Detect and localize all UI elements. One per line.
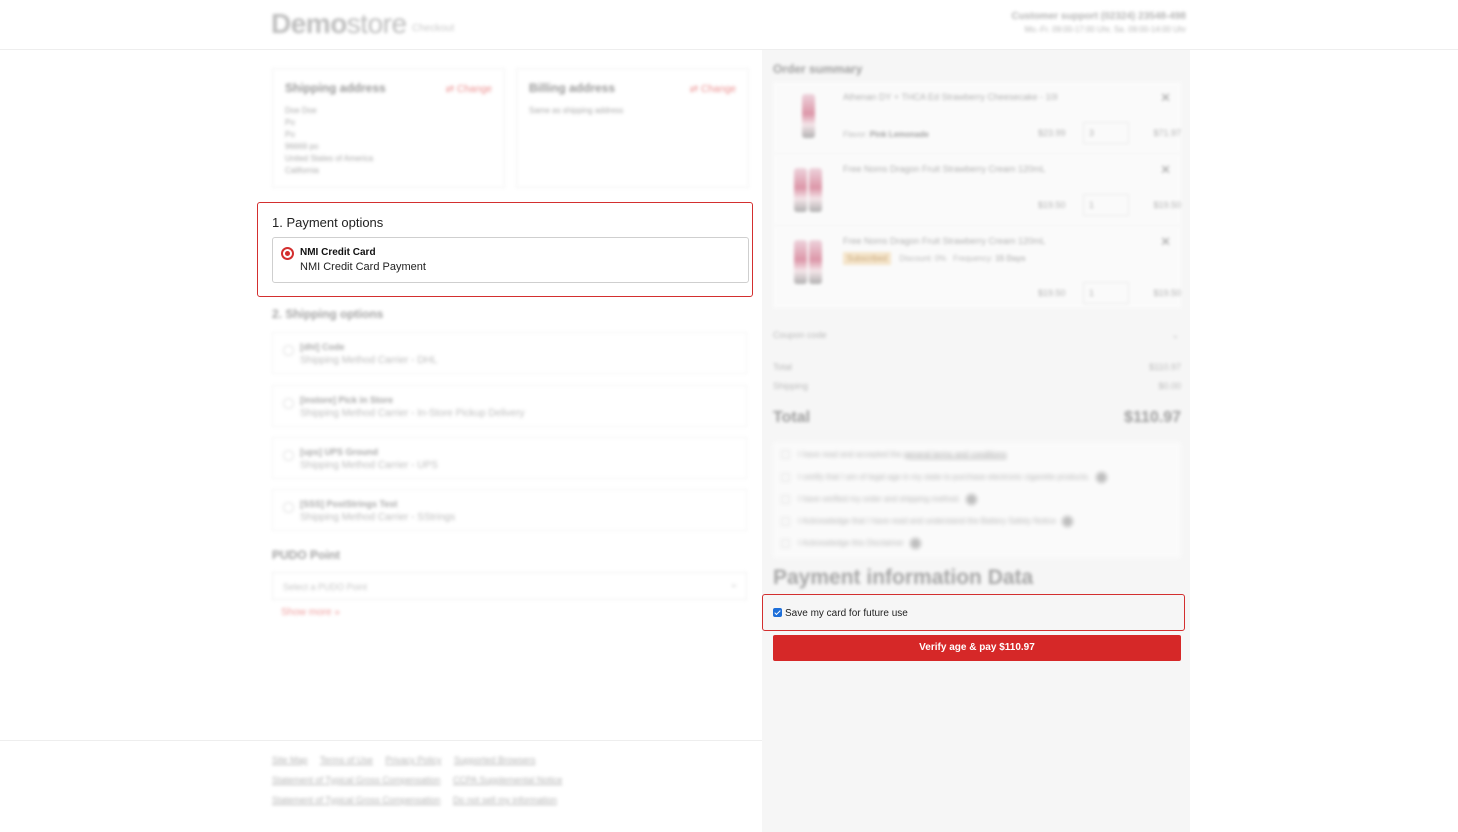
- footer-link[interactable]: Statement of Typical Gross Compensation: [272, 775, 440, 785]
- disclaimer-checkbox-row[interactable]: I Acknowledge this Disclaimer: [781, 538, 921, 549]
- customer-support: Customer support (02324) 23548-498 Mo.-F…: [1011, 11, 1186, 34]
- payment-option-subtitle: NMI Credit Card Payment: [300, 261, 426, 273]
- payment-option-title: NMI Credit Card: [300, 247, 376, 258]
- footer-link[interactable]: Site Map: [272, 755, 308, 765]
- terms-checkbox-row[interactable]: I have read and accepted the general ter…: [781, 450, 1007, 460]
- subscription-tags: Subscribed Discount: 0% Frequency: 15 Da…: [843, 252, 1026, 265]
- pudo-point-placeholder: Select a PUDO Point: [283, 582, 368, 592]
- info-icon: [909, 538, 921, 549]
- subscribed-badge: Subscribed: [843, 252, 892, 265]
- info-icon: [1061, 516, 1073, 527]
- product-thumbnail: [788, 92, 828, 142]
- discount-label: Discount: 0%: [899, 254, 947, 263]
- shipping-option-title: [SSS] PostStrings Test: [300, 499, 398, 509]
- order-item: Free Noms Dragon Fruit Strawberry Cream …: [773, 154, 1181, 226]
- pudo-point-select[interactable]: Select a PUDO Point ⌄: [272, 572, 747, 600]
- save-card-checkbox[interactable]: [773, 608, 782, 617]
- footer-link[interactable]: Do not sell my information: [453, 795, 557, 805]
- chevron-down-icon: ⌄: [1171, 330, 1179, 340]
- billing-address-change-link[interactable]: ⇄ Change: [690, 84, 736, 95]
- age-checkbox-row[interactable]: I certify that I am of legal age in my s…: [781, 472, 1108, 483]
- shipping-option-radio[interactable]: [283, 450, 294, 461]
- shipping-cost-row: Shipping $0.00: [773, 381, 1181, 391]
- frequency-value: 15 Days: [995, 254, 1026, 263]
- terms-checklist: I have read and accepted the general ter…: [773, 442, 1181, 558]
- footer-link[interactable]: Privacy Policy: [385, 755, 441, 765]
- shipping-options-title: 2. Shipping options: [272, 307, 384, 321]
- footer-link[interactable]: CCPA Supplemental Notice: [453, 775, 562, 785]
- shipping-option-title: [instore] Pick in Store: [300, 395, 394, 405]
- shipping-option-subtitle: Shipping Method Carrier - DHL: [300, 355, 438, 366]
- info-icon: [966, 494, 978, 505]
- billing-address-card: Billing address ⇄ Change Same as shippin…: [516, 68, 749, 188]
- unit-price: $19.50: [1038, 288, 1066, 298]
- order-item: Free Noms Dragon Fruit Strawberry Cream …: [773, 226, 1181, 308]
- quantity-stepper[interactable]: 1: [1083, 194, 1129, 216]
- billing-address-lines: Same as shipping address: [529, 106, 624, 115]
- chevron-down-icon: ⌄: [729, 579, 738, 590]
- unit-price: $23.99: [1038, 128, 1066, 138]
- shipping-option-subtitle: Shipping Method Carrier - UPS: [300, 460, 438, 471]
- footer-link[interactable]: Terms of Use: [320, 755, 373, 765]
- footer: Site Map Terms of Use Privacy Policy Sup…: [0, 740, 762, 832]
- nmi-credit-card-option[interactable]: NMI Credit Card NMI Credit Card Payment: [272, 237, 749, 283]
- shipping-address-lines: Doe Doe Po Po 96669 po United States of …: [285, 106, 374, 175]
- quantity-stepper[interactable]: 3: [1083, 122, 1129, 144]
- line-total: $19.50: [1153, 200, 1181, 210]
- verify-order-checkbox-row[interactable]: I have verified my order and shipping me…: [781, 494, 978, 505]
- product-name[interactable]: Athenan DY + THCA Ed Strawberry Cheeseca…: [843, 92, 1058, 102]
- payment-information-title: Payment information Data: [773, 566, 1034, 589]
- shipping-option-radio[interactable]: [283, 345, 294, 356]
- remove-item-icon[interactable]: ✕: [1160, 162, 1171, 178]
- support-hours: Mo.-Fr. 09:00-17:00 Uhr, Sa. 09:00-14:00…: [1024, 25, 1186, 34]
- payment-options-title: 1. Payment options: [272, 215, 384, 230]
- shipping-option-radio[interactable]: [283, 502, 294, 513]
- line-total: $71.97: [1153, 128, 1181, 138]
- footer-links-row: Statement of Typical Gross Compensation …: [272, 775, 572, 785]
- battery-notice-checkbox-row[interactable]: I Acknowledge that I have read and under…: [781, 516, 1073, 527]
- shipping-option[interactable]: [instore] Pick in Store Shipping Method …: [272, 385, 747, 427]
- pudo-point-title: PUDO Point: [272, 548, 340, 562]
- shipping-option[interactable]: [ups] UPS Ground Shipping Method Carrier…: [272, 437, 747, 479]
- grand-total-row: Total $110.97: [773, 409, 1181, 426]
- product-name[interactable]: Free Noms Dragon Fruit Strawberry Cream …: [843, 236, 1046, 246]
- quantity-stepper[interactable]: 1: [1083, 282, 1129, 304]
- footer-link[interactable]: Statement of Typical Gross Compensation: [272, 795, 440, 805]
- support-phone: Customer support (02324) 23548-498: [1011, 11, 1186, 22]
- shipping-option-title: [dhl] Code: [300, 342, 345, 352]
- verify-age-pay-button[interactable]: Verify age & pay $110.97: [773, 635, 1181, 661]
- nmi-credit-card-radio[interactable]: [281, 247, 294, 260]
- show-more-link[interactable]: Show more »: [281, 607, 340, 618]
- remove-item-icon[interactable]: ✕: [1160, 234, 1171, 250]
- shipping-address-card: Shipping address ⇄ Change Doe Doe Po Po …: [272, 68, 505, 188]
- remove-item-icon[interactable]: ✕: [1160, 90, 1171, 106]
- store-logo[interactable]: Demostore: [271, 8, 407, 40]
- shipping-option-radio[interactable]: [283, 398, 294, 409]
- product-name[interactable]: Free Noms Dragon Fruit Strawberry Cream …: [843, 164, 1046, 174]
- product-flavor: Flavor: Pink Lemonade: [843, 130, 929, 139]
- header: Demostore Checkout Customer support (023…: [0, 0, 1458, 50]
- product-thumbnail: [788, 164, 828, 214]
- coupon-code-toggle[interactable]: Coupon code ⌄: [773, 330, 1181, 340]
- shipping-address-change-link[interactable]: ⇄ Change: [446, 84, 492, 95]
- line-total: $19.50: [1153, 288, 1181, 298]
- save-card-label[interactable]: Save my card for future use: [785, 608, 908, 619]
- shipping-option-subtitle: Shipping Method Carrier - In-Store Picku…: [300, 408, 525, 419]
- info-icon: [1096, 472, 1108, 483]
- shipping-option[interactable]: [SSS] PostStrings Test Shipping Method C…: [272, 489, 747, 531]
- footer-link[interactable]: Supported Browsers: [454, 755, 536, 765]
- shipping-option-subtitle: Shipping Method Carrier - SStrings: [300, 512, 456, 523]
- order-summary-title: Order summary: [773, 62, 863, 76]
- subtotal-row: Total $110.97: [773, 362, 1181, 372]
- footer-links-row: Statement of Typical Gross Compensation …: [272, 795, 567, 805]
- unit-price: $19.50: [1038, 200, 1066, 210]
- order-item: Athenan DY + THCA Ed Strawberry Cheeseca…: [773, 82, 1181, 154]
- footer-links-row: Site Map Terms of Use Privacy Policy Sup…: [272, 755, 545, 765]
- order-items-list: Athenan DY + THCA Ed Strawberry Cheeseca…: [773, 82, 1181, 308]
- grand-total-value: $110.97: [1124, 409, 1181, 426]
- logo-subtitle: Checkout: [412, 23, 455, 34]
- shipping-option[interactable]: [dhl] Code Shipping Method Carrier - DHL: [272, 332, 747, 374]
- shipping-option-title: [ups] UPS Ground: [300, 447, 378, 457]
- product-thumbnail: [788, 236, 828, 286]
